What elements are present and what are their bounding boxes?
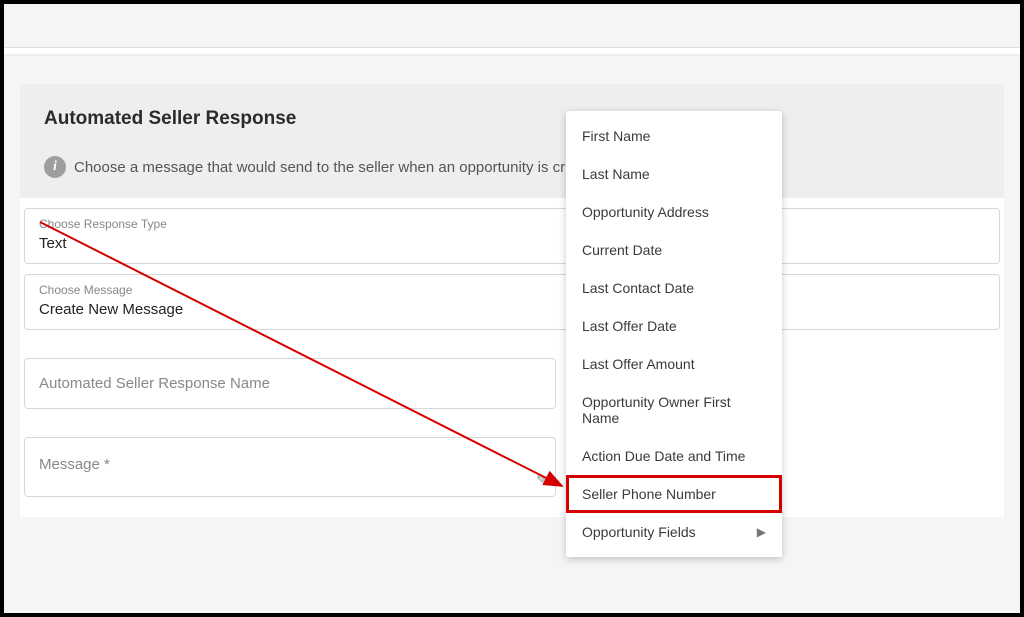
menu-item-opportunity-address[interactable]: Opportunity Address (566, 193, 782, 231)
info-icon: i (44, 156, 66, 178)
message-placeholder: Message * (39, 456, 110, 473)
menu-item-last-name[interactable]: Last Name (566, 155, 782, 193)
panel-header: Automated Seller Response i Choose a mes… (20, 84, 1004, 198)
app-frame: Automated Seller Response i Choose a mes… (0, 0, 1024, 617)
menu-item-seller-phone[interactable]: Seller Phone Number (566, 475, 782, 513)
menu-item-last-offer-amount[interactable]: Last Offer Amount (566, 345, 782, 383)
menu-item-label: Seller Phone Number (582, 486, 716, 502)
response-type-field[interactable]: Choose Response Type Text (24, 208, 1000, 264)
menu-item-label: Last Name (582, 166, 650, 182)
response-name-input[interactable]: Automated Seller Response Name (24, 358, 556, 409)
menu-item-label: Current Date (582, 242, 662, 258)
panel-info-row: i Choose a message that would send to th… (44, 156, 980, 178)
resize-handle-icon: ✎ (536, 472, 547, 488)
menu-item-last-contact-date[interactable]: Last Contact Date (566, 269, 782, 307)
menu-item-first-name[interactable]: First Name (566, 117, 782, 155)
content-area: Automated Seller Response i Choose a mes… (4, 84, 1020, 517)
menu-item-label: Opportunity Owner First Name (582, 394, 766, 426)
message-input[interactable]: Message * ✎ (24, 437, 556, 497)
response-type-value: Text (39, 235, 67, 252)
menu-item-action-due[interactable]: Action Due Date and Time (566, 437, 782, 475)
menu-item-label: Last Offer Amount (582, 356, 695, 372)
message-row: Message * ✎ ‹··› (24, 437, 1000, 497)
menu-item-opportunity-fields[interactable]: Opportunity Fields ▶ (566, 513, 782, 551)
choose-message-label: Choose Message (39, 283, 985, 297)
choose-message-value: Create New Message (39, 301, 183, 318)
menu-item-current-date[interactable]: Current Date (566, 231, 782, 269)
chevron-right-icon: ▶ (757, 525, 766, 539)
top-bar (4, 4, 1020, 48)
insert-field-menu: First Name Last Name Opportunity Address… (566, 111, 782, 557)
choose-message-field[interactable]: Choose Message Create New Message (24, 274, 1000, 330)
menu-item-label: Opportunity Fields (582, 524, 696, 540)
panel-description: Choose a message that would send to the … (74, 159, 565, 176)
menu-item-label: Opportunity Address (582, 204, 709, 220)
white-band (4, 48, 1020, 56)
menu-item-label: Last Contact Date (582, 280, 694, 296)
panel-title: Automated Seller Response (44, 108, 980, 130)
menu-item-label: Action Due Date and Time (582, 448, 745, 464)
menu-item-owner-first-name[interactable]: Opportunity Owner First Name (566, 383, 782, 437)
response-type-label: Choose Response Type (39, 217, 985, 231)
form-area: Choose Response Type Text Choose Message… (20, 198, 1004, 517)
menu-item-last-offer-date[interactable]: Last Offer Date (566, 307, 782, 345)
menu-item-label: Last Offer Date (582, 318, 677, 334)
menu-item-label: First Name (582, 128, 650, 144)
